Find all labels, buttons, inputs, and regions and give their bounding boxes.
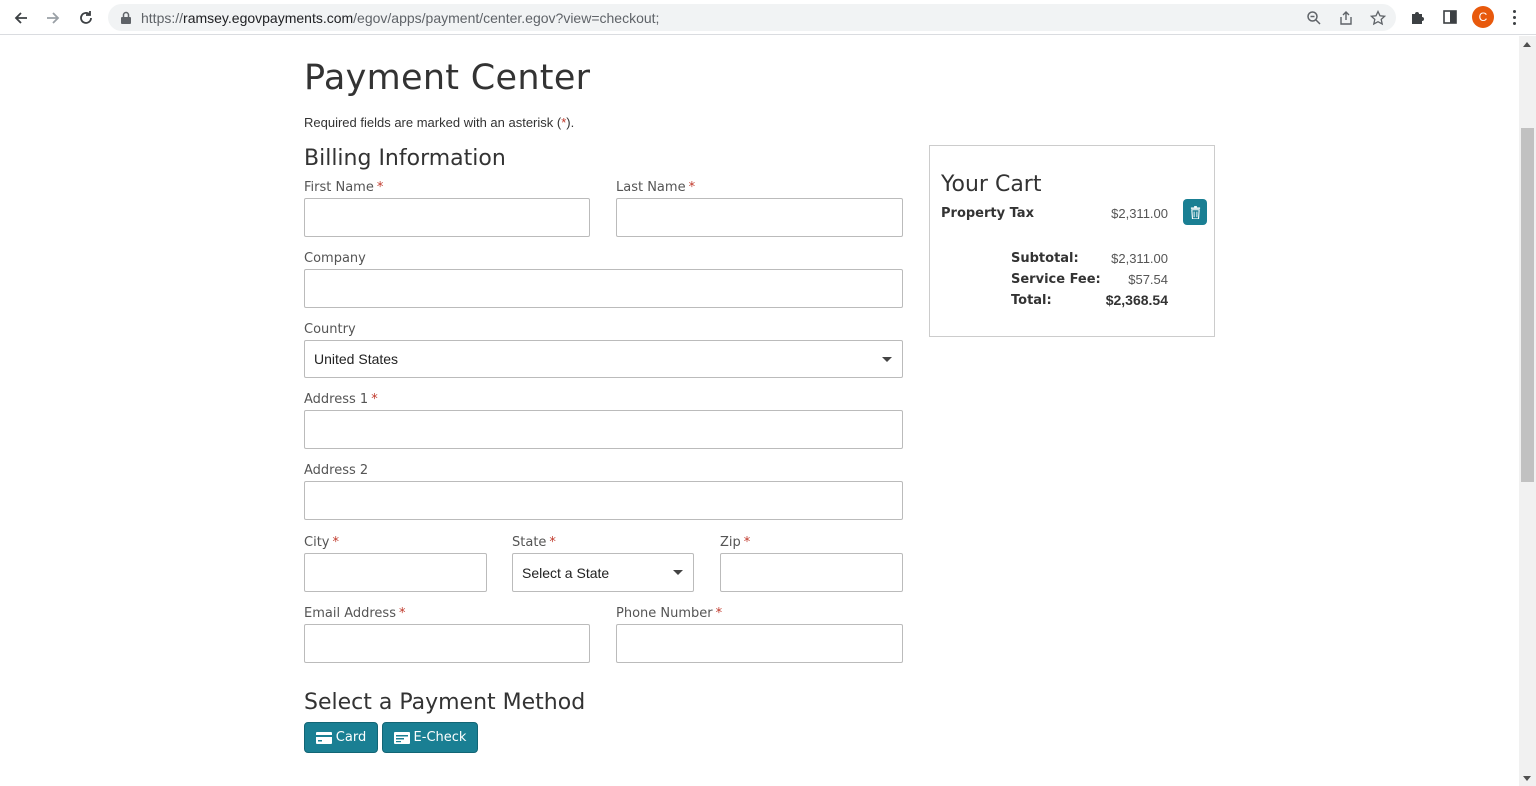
share-button[interactable]	[1336, 8, 1356, 28]
zoom-icon	[1307, 11, 1321, 25]
address2-input[interactable]	[304, 481, 903, 520]
country-select[interactable]: United States	[304, 340, 903, 378]
address1-label: Address 1 *	[304, 392, 378, 407]
browser-menu-button[interactable]	[1506, 7, 1522, 27]
service-fee-label: Service Fee:	[1011, 272, 1101, 287]
arrow-right-icon	[47, 12, 60, 24]
echeck-payment-button[interactable]: E-Check	[382, 722, 478, 753]
payment-method-title: Select a Payment Method	[304, 690, 586, 715]
phone-label: Phone Number *	[616, 606, 723, 621]
scroll-up-arrow-icon[interactable]	[1523, 42, 1531, 47]
card-button-label: Card	[335, 730, 367, 745]
country-selected-value: United States	[314, 351, 399, 367]
remove-item-button[interactable]	[1183, 199, 1207, 225]
side-panel-icon	[1443, 10, 1457, 24]
reload-icon	[80, 11, 92, 24]
country-label: Country	[304, 322, 356, 337]
dropdown-caret-icon	[673, 570, 683, 575]
required-fields-note: Required fields are marked with an aster…	[304, 115, 575, 130]
share-icon	[1340, 11, 1352, 25]
dropdown-caret-icon	[882, 357, 892, 362]
first-name-label: First Name *	[304, 180, 384, 195]
browser-toolbar: https://ramsey.egovpayments.com/egov/app…	[0, 0, 1536, 35]
arrow-left-icon	[14, 12, 27, 24]
city-label: City *	[304, 535, 339, 550]
last-name-input[interactable]	[616, 198, 903, 237]
cart-item-name: Property Tax	[941, 206, 1034, 221]
puzzle-icon	[1412, 12, 1424, 24]
total-value: $2,368.54	[1105, 292, 1168, 308]
check-icon	[393, 731, 410, 744]
email-label: Email Address *	[304, 606, 406, 621]
total-label: Total:	[1011, 293, 1052, 308]
address2-label: Address 2	[304, 463, 369, 478]
extensions-button[interactable]	[1408, 7, 1428, 27]
forward-button[interactable]	[41, 6, 65, 30]
profile-avatar[interactable]: C	[1472, 6, 1494, 28]
state-selected-value: Select a State	[522, 564, 610, 581]
last-name-label: Last Name *	[616, 180, 696, 195]
lock-icon	[121, 11, 131, 24]
state-select[interactable]: Select a State	[512, 553, 694, 592]
zip-label: Zip *	[720, 535, 751, 550]
subtotal-value: $2,311.00	[1111, 251, 1168, 266]
email-input[interactable]	[304, 624, 590, 663]
bookmark-button[interactable]	[1368, 8, 1388, 28]
company-input[interactable]	[304, 269, 903, 308]
star-icon	[1370, 10, 1386, 26]
trash-icon	[1190, 205, 1200, 219]
reload-button[interactable]	[74, 6, 98, 30]
city-input[interactable]	[304, 553, 487, 592]
company-label: Company	[304, 251, 366, 266]
back-button[interactable]	[9, 6, 33, 30]
scrollbar-thumb[interactable]	[1521, 128, 1534, 482]
cart-title: Your Cart	[941, 172, 1042, 197]
first-name-input[interactable]	[304, 198, 590, 237]
page-title: Payment Center	[304, 58, 591, 98]
zoom-button[interactable]	[1304, 8, 1324, 28]
url-text: https://ramsey.egovpayments.com/egov/app…	[141, 10, 660, 26]
side-panel-button[interactable]	[1440, 7, 1460, 27]
service-fee-value: $57.54	[1128, 272, 1168, 287]
echeck-button-label: E-Check	[413, 730, 467, 745]
credit-card-icon	[315, 731, 332, 744]
state-label: State *	[512, 535, 556, 550]
address-bar[interactable]: https://ramsey.egovpayments.com/egov/app…	[108, 4, 1396, 31]
phone-input[interactable]	[616, 624, 903, 663]
cart-item-amount: $2,311.00	[1111, 206, 1168, 221]
scroll-down-arrow-icon[interactable]	[1523, 776, 1531, 781]
subtotal-label: Subtotal:	[1011, 251, 1079, 266]
zip-input[interactable]	[720, 553, 903, 592]
billing-section-title: Billing Information	[304, 146, 506, 171]
card-payment-button[interactable]: Card	[304, 722, 378, 753]
address1-input[interactable]	[304, 410, 903, 449]
